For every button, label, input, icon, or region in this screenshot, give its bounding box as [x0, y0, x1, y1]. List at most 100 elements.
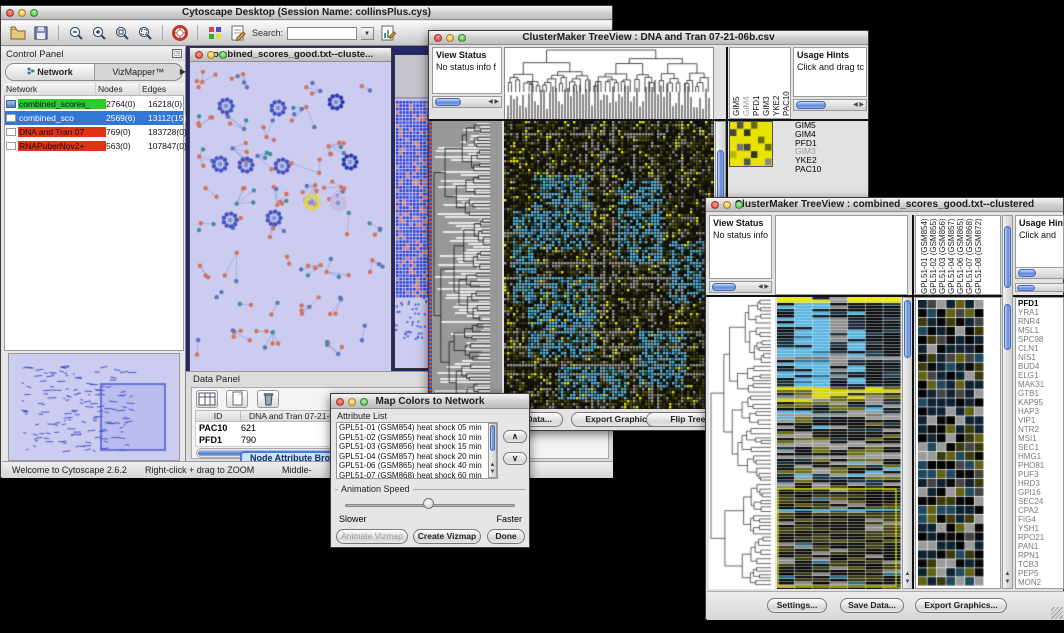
attribute-item[interactable]: GPL51-02 (GSM855) heat shock 10 min — [337, 433, 497, 443]
settings-button[interactable]: Settings... — [767, 598, 827, 613]
search-dropdown-arrow[interactable]: ▼ — [361, 27, 374, 40]
tv1-row-dendrogram[interactable] — [432, 121, 502, 409]
gene-label: PHO81 — [1018, 461, 1063, 470]
open-file-icon[interactable] — [9, 24, 27, 42]
minimize-button[interactable] — [446, 34, 454, 42]
new-attribute-icon[interactable] — [226, 390, 248, 408]
zoom-button[interactable] — [30, 9, 38, 17]
tv1-hints-scrollbar[interactable]: ◀ ▶ — [793, 99, 867, 111]
attribute-report-icon[interactable] — [379, 24, 397, 42]
zoom-out-icon[interactable] — [67, 24, 85, 42]
cell-value: 790 — [241, 434, 256, 446]
network-row[interactable]: combined_scores_2764(0)16218(0) — [5, 97, 183, 111]
vizmapper-icon[interactable] — [206, 24, 224, 42]
dialog-titlebar[interactable]: Map Colors to Network — [331, 394, 529, 409]
minimize-button[interactable] — [18, 9, 26, 17]
close-button[interactable] — [6, 9, 14, 17]
help-lifering-icon[interactable] — [171, 24, 189, 42]
dialog-title: Map Colors to Network — [376, 396, 485, 407]
network-name: combined_scores_ — [18, 99, 106, 109]
tv2-hints-scrollbar[interactable] — [1015, 267, 1064, 279]
speed-slider-thumb[interactable] — [423, 498, 434, 509]
network-view-window: combined_scores_good.txt--cluste... — [189, 47, 392, 375]
tv2-row-dendrogram[interactable] — [709, 297, 775, 589]
gene-label: FIG4 — [1018, 515, 1063, 524]
search-input[interactable] — [287, 27, 357, 40]
gene-label: RPN1 — [1018, 551, 1063, 560]
zoom-button[interactable] — [735, 201, 743, 209]
network-row[interactable]: combined_sco2569(6)13112(15) — [5, 111, 183, 125]
animate-vizmap-button[interactable]: Animate Vizmap — [336, 529, 408, 544]
main-window-title: Cytoscape Desktop (Session Name: collins… — [182, 7, 431, 18]
network-overview-canvas[interactable] — [8, 353, 180, 461]
create-vizmap-button[interactable]: Create Vizmap — [413, 529, 481, 544]
tab-vizmapper[interactable]: VizMapper™ — [95, 64, 183, 80]
annotation-icon[interactable] — [229, 24, 247, 42]
zoom-button[interactable] — [458, 34, 466, 42]
close-button[interactable] — [195, 51, 203, 59]
delete-attribute-icon[interactable] — [257, 390, 279, 408]
tv1-status-scrollbar[interactable]: ◀ ▶ — [432, 96, 502, 108]
minimize-button[interactable] — [348, 398, 356, 406]
save-data-button[interactable]: Save Data... — [840, 598, 904, 613]
column-label: GPL51-06 (GSM865) — [956, 216, 965, 294]
zoom-fit-icon[interactable] — [136, 24, 154, 42]
move-up-button[interactable]: ∧ — [503, 430, 527, 443]
tv2-gene-hscrollbar[interactable] — [1015, 283, 1064, 292]
attribute-item[interactable]: GPL51-03 (GSM856) heat shock 15 min — [337, 442, 497, 452]
gene-label: HRD3 — [1018, 479, 1063, 488]
close-button[interactable] — [711, 201, 719, 209]
gene-label: RPO21 — [1018, 533, 1063, 542]
attribute-item[interactable]: GPL51-01 (GSM854) heat shock 05 min — [337, 423, 497, 433]
minimize-button[interactable] — [723, 201, 731, 209]
export-graphics-button[interactable]: Export Graphics... — [915, 598, 1007, 613]
network-view-title: combined_scores_good.txt--cluste... — [208, 49, 373, 60]
attribute-item[interactable]: GPL51-04 (GSM857) heat shock 20 min — [337, 452, 497, 462]
zoom-in-icon[interactable] — [90, 24, 108, 42]
network-row[interactable]: DNA and Tran 07769(0)183728(0) — [5, 125, 183, 139]
network-row[interactable]: RNAPuberNov2+563(0)107847(0) — [5, 139, 183, 153]
resize-grip[interactable] — [1051, 607, 1063, 619]
tv2-status-scrollbar[interactable]: ◀ ▶ — [709, 281, 772, 293]
close-button[interactable] — [434, 34, 442, 42]
usage-hints-title: Usage Hints — [1016, 216, 1063, 228]
slower-label: Slower — [339, 514, 367, 524]
column-label: GPL51-04 (GSM857) — [947, 216, 956, 294]
control-panel: Control Panel ◳ Network VizMapper™ ▶ Net… — [2, 47, 186, 466]
network-graph-canvas[interactable] — [190, 62, 391, 374]
close-button[interactable] — [336, 398, 344, 406]
minimize-button[interactable] — [207, 51, 215, 59]
tv2-detail-heatmap[interactable] — [918, 300, 984, 586]
done-button[interactable]: Done — [487, 529, 525, 544]
tv2-main-heatmap[interactable] — [777, 297, 901, 589]
tab-network[interactable]: Network — [6, 64, 95, 80]
tv2-titlebar[interactable]: ClusterMaker TreeView : combined_scores_… — [706, 198, 1063, 212]
attribute-table-icon[interactable] — [196, 390, 218, 408]
gene-label: NIS1 — [1018, 353, 1063, 362]
column-label: PAC10 — [782, 52, 791, 116]
tabs-overflow-arrow[interactable]: ▶ — [180, 67, 186, 76]
zoom-button[interactable] — [219, 51, 227, 59]
move-down-button[interactable]: ∨ — [503, 452, 527, 465]
network-edges: 16218(0) — [148, 99, 190, 109]
main-titlebar[interactable]: Cytoscape Desktop (Session Name: collins… — [1, 6, 612, 20]
attribute-item[interactable]: GPL51-07 (GSM868) heat shock 60 min — [337, 471, 497, 480]
zoom-selected-icon[interactable] — [113, 24, 131, 42]
dialog-button-bar: Animate Vizmap Create Vizmap Done — [331, 529, 531, 547]
tv2-detail-vscrollbar[interactable]: ▲▼ — [1002, 215, 1013, 589]
column-label: GIM4 — [742, 52, 752, 116]
save-icon[interactable] — [32, 24, 50, 42]
attribute-list[interactable]: GPL51-01 (GSM854) heat shock 05 minGPL51… — [336, 422, 498, 479]
float-panel-icon[interactable]: ◳ — [172, 49, 182, 58]
tv1-detail-heatmap[interactable] — [729, 121, 773, 167]
tv1-column-dendrogram[interactable] — [504, 47, 714, 120]
attribute-list-scrollbar[interactable]: ▲▼ — [488, 423, 497, 478]
gene-label: MAK31 — [1018, 380, 1063, 389]
tv2-column-labels-panel: GPL51-01 (GSM854)GPL51-02 (GSM855)GPL51-… — [915, 215, 1001, 295]
dense-network-canvas[interactable] — [395, 55, 430, 368]
zoom-button[interactable] — [360, 398, 368, 406]
network-view-titlebar[interactable]: combined_scores_good.txt--cluste... — [190, 48, 391, 62]
attribute-item[interactable]: GPL51-06 (GSM865) heat shock 40 min — [337, 461, 497, 471]
tv1-main-heatmap[interactable] — [504, 121, 714, 409]
tv1-titlebar[interactable]: ClusterMaker TreeView : DNA and Tran 07-… — [429, 31, 868, 45]
